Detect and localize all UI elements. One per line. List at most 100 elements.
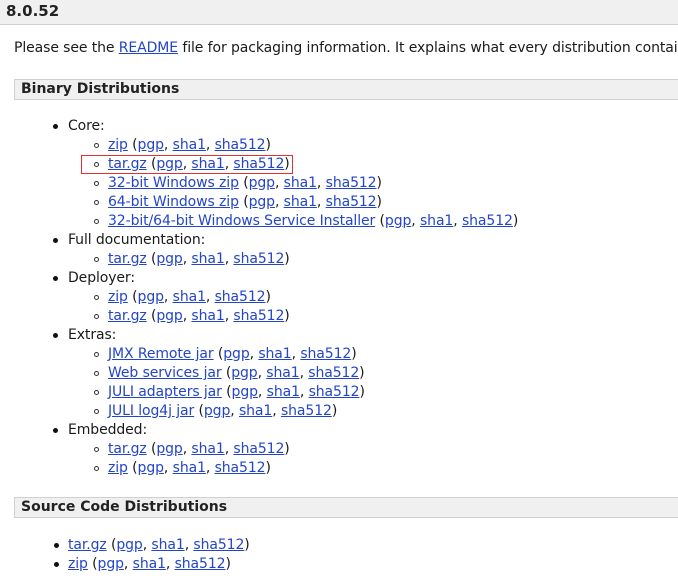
binary-distributions-title: Binary Distributions bbox=[21, 81, 180, 97]
sha1-link[interactable]: sha1 bbox=[284, 175, 317, 191]
pgp-link[interactable]: pgp bbox=[223, 346, 249, 362]
download-link[interactable]: JMX Remote jar bbox=[108, 346, 214, 362]
paren-open: ( bbox=[127, 137, 138, 153]
pgp-link[interactable]: pgp bbox=[385, 213, 411, 229]
separator: , bbox=[291, 346, 301, 362]
paren-close: ) bbox=[284, 251, 290, 267]
bullet-disc-icon bbox=[53, 124, 58, 129]
sha512-link[interactable]: sha512 bbox=[215, 137, 266, 153]
pgp-link[interactable]: pgp bbox=[138, 137, 164, 153]
paren-open: ( bbox=[106, 537, 117, 553]
download-link[interactable]: JULI log4j jar bbox=[108, 403, 194, 419]
pgp-link[interactable]: pgp bbox=[98, 556, 124, 572]
sha1-link[interactable]: sha1 bbox=[239, 403, 272, 419]
paren-open: ( bbox=[194, 403, 204, 419]
paren-close: ) bbox=[244, 537, 250, 553]
sha512-link[interactable]: sha512 bbox=[233, 441, 284, 457]
download-link[interactable]: tar.gz bbox=[108, 251, 147, 267]
sha512-link[interactable]: sha512 bbox=[309, 384, 360, 400]
download-link[interactable]: tar.gz bbox=[108, 308, 147, 324]
bullet-disc-icon bbox=[53, 238, 58, 243]
download-link[interactable]: 32-bit/64-bit Windows Service Installer bbox=[108, 213, 375, 229]
distribution-item: tar.gz (pgp, sha1, sha512) bbox=[54, 536, 250, 555]
sha1-link[interactable]: sha1 bbox=[191, 251, 224, 267]
sha512-link[interactable]: sha512 bbox=[215, 460, 266, 476]
paren-close: ) bbox=[376, 175, 382, 191]
paren-close: ) bbox=[284, 308, 290, 324]
download-link[interactable]: zip bbox=[108, 137, 128, 153]
sha1-link[interactable]: sha1 bbox=[284, 194, 317, 210]
sha512-link[interactable]: sha512 bbox=[233, 251, 284, 267]
category-label: Full documentation: bbox=[68, 232, 206, 248]
sha512-link[interactable]: sha512 bbox=[462, 213, 513, 229]
sha512-link[interactable]: sha512 bbox=[193, 537, 244, 553]
intro-before: Please see the bbox=[14, 40, 119, 56]
bullet-circle-icon bbox=[94, 143, 99, 148]
download-link[interactable]: JULI adapters jar bbox=[108, 384, 222, 400]
pgp-link[interactable]: pgp bbox=[156, 308, 182, 324]
distribution-item: zip (pgp, sha1, sha512) bbox=[94, 288, 271, 307]
sha1-link[interactable]: sha1 bbox=[266, 365, 299, 381]
category-core: Core: bbox=[53, 117, 105, 136]
pgp-link[interactable]: pgp bbox=[138, 460, 164, 476]
distribution-item: zip (pgp, sha1, sha512) bbox=[94, 136, 271, 155]
separator: , bbox=[205, 460, 215, 476]
readme-link[interactable]: README bbox=[119, 40, 178, 56]
distribution-item: tar.gz (pgp, sha1, sha512) bbox=[94, 440, 290, 459]
bullet-disc-icon bbox=[54, 543, 59, 548]
pgp-link[interactable]: pgp bbox=[204, 403, 230, 419]
separator: , bbox=[257, 365, 267, 381]
separator: , bbox=[123, 556, 133, 572]
pgp-link[interactable]: pgp bbox=[156, 251, 182, 267]
highlight-box bbox=[81, 155, 293, 174]
paren-close: ) bbox=[351, 346, 357, 362]
sha512-link[interactable]: sha512 bbox=[300, 346, 351, 362]
separator: , bbox=[274, 175, 284, 191]
pgp-link[interactable]: pgp bbox=[138, 289, 164, 305]
sha512-link[interactable]: sha512 bbox=[326, 194, 377, 210]
separator: , bbox=[257, 384, 267, 400]
sha512-link[interactable]: sha512 bbox=[215, 289, 266, 305]
sha512-link[interactable]: sha512 bbox=[308, 365, 359, 381]
bullet-circle-icon bbox=[94, 447, 99, 452]
bullet-circle-icon bbox=[94, 181, 99, 186]
sha1-link[interactable]: sha1 bbox=[173, 289, 206, 305]
sha1-link[interactable]: sha1 bbox=[151, 537, 184, 553]
pgp-link[interactable]: pgp bbox=[249, 194, 275, 210]
download-link[interactable]: 32-bit Windows zip bbox=[108, 175, 239, 191]
distribution-item: zip (pgp, sha1, sha512) bbox=[54, 555, 231, 574]
bullet-circle-icon bbox=[94, 219, 99, 224]
category-label: Embedded: bbox=[68, 422, 148, 438]
pgp-link[interactable]: pgp bbox=[231, 365, 257, 381]
separator: , bbox=[274, 194, 284, 210]
sha1-link[interactable]: sha1 bbox=[191, 308, 224, 324]
pgp-link[interactable]: pgp bbox=[232, 384, 258, 400]
sha512-link[interactable]: sha512 bbox=[281, 403, 332, 419]
sha1-link[interactable]: sha1 bbox=[267, 384, 300, 400]
sha512-link[interactable]: sha512 bbox=[326, 175, 377, 191]
sha1-link[interactable]: sha1 bbox=[173, 137, 206, 153]
separator: , bbox=[163, 460, 173, 476]
download-link[interactable]: zip bbox=[108, 289, 128, 305]
bullet-circle-icon bbox=[94, 257, 99, 262]
sha1-link[interactable]: sha1 bbox=[258, 346, 291, 362]
sha1-link[interactable]: sha1 bbox=[173, 460, 206, 476]
pgp-link[interactable]: pgp bbox=[156, 441, 182, 457]
download-link[interactable]: tar.gz bbox=[68, 537, 107, 553]
paren-open: ( bbox=[238, 175, 249, 191]
sha1-link[interactable]: sha1 bbox=[133, 556, 166, 572]
sha1-link[interactable]: sha1 bbox=[191, 441, 224, 457]
download-link[interactable]: tar.gz bbox=[108, 441, 147, 457]
pgp-link[interactable]: pgp bbox=[249, 175, 275, 191]
pgp-link[interactable]: pgp bbox=[116, 537, 142, 553]
category-label: Core: bbox=[68, 118, 105, 134]
sha1-link[interactable]: sha1 bbox=[420, 213, 453, 229]
download-link[interactable]: zip bbox=[108, 460, 128, 476]
download-link[interactable]: Web services jar bbox=[108, 365, 222, 381]
download-link[interactable]: zip bbox=[68, 556, 88, 572]
binary-distributions-header: Binary Distributions bbox=[14, 79, 678, 100]
download-link[interactable]: 64-bit Windows zip bbox=[108, 194, 239, 210]
distribution-item: JULI adapters jar (pgp, sha1, sha512) bbox=[94, 383, 365, 402]
sha512-link[interactable]: sha512 bbox=[175, 556, 226, 572]
sha512-link[interactable]: sha512 bbox=[233, 308, 284, 324]
